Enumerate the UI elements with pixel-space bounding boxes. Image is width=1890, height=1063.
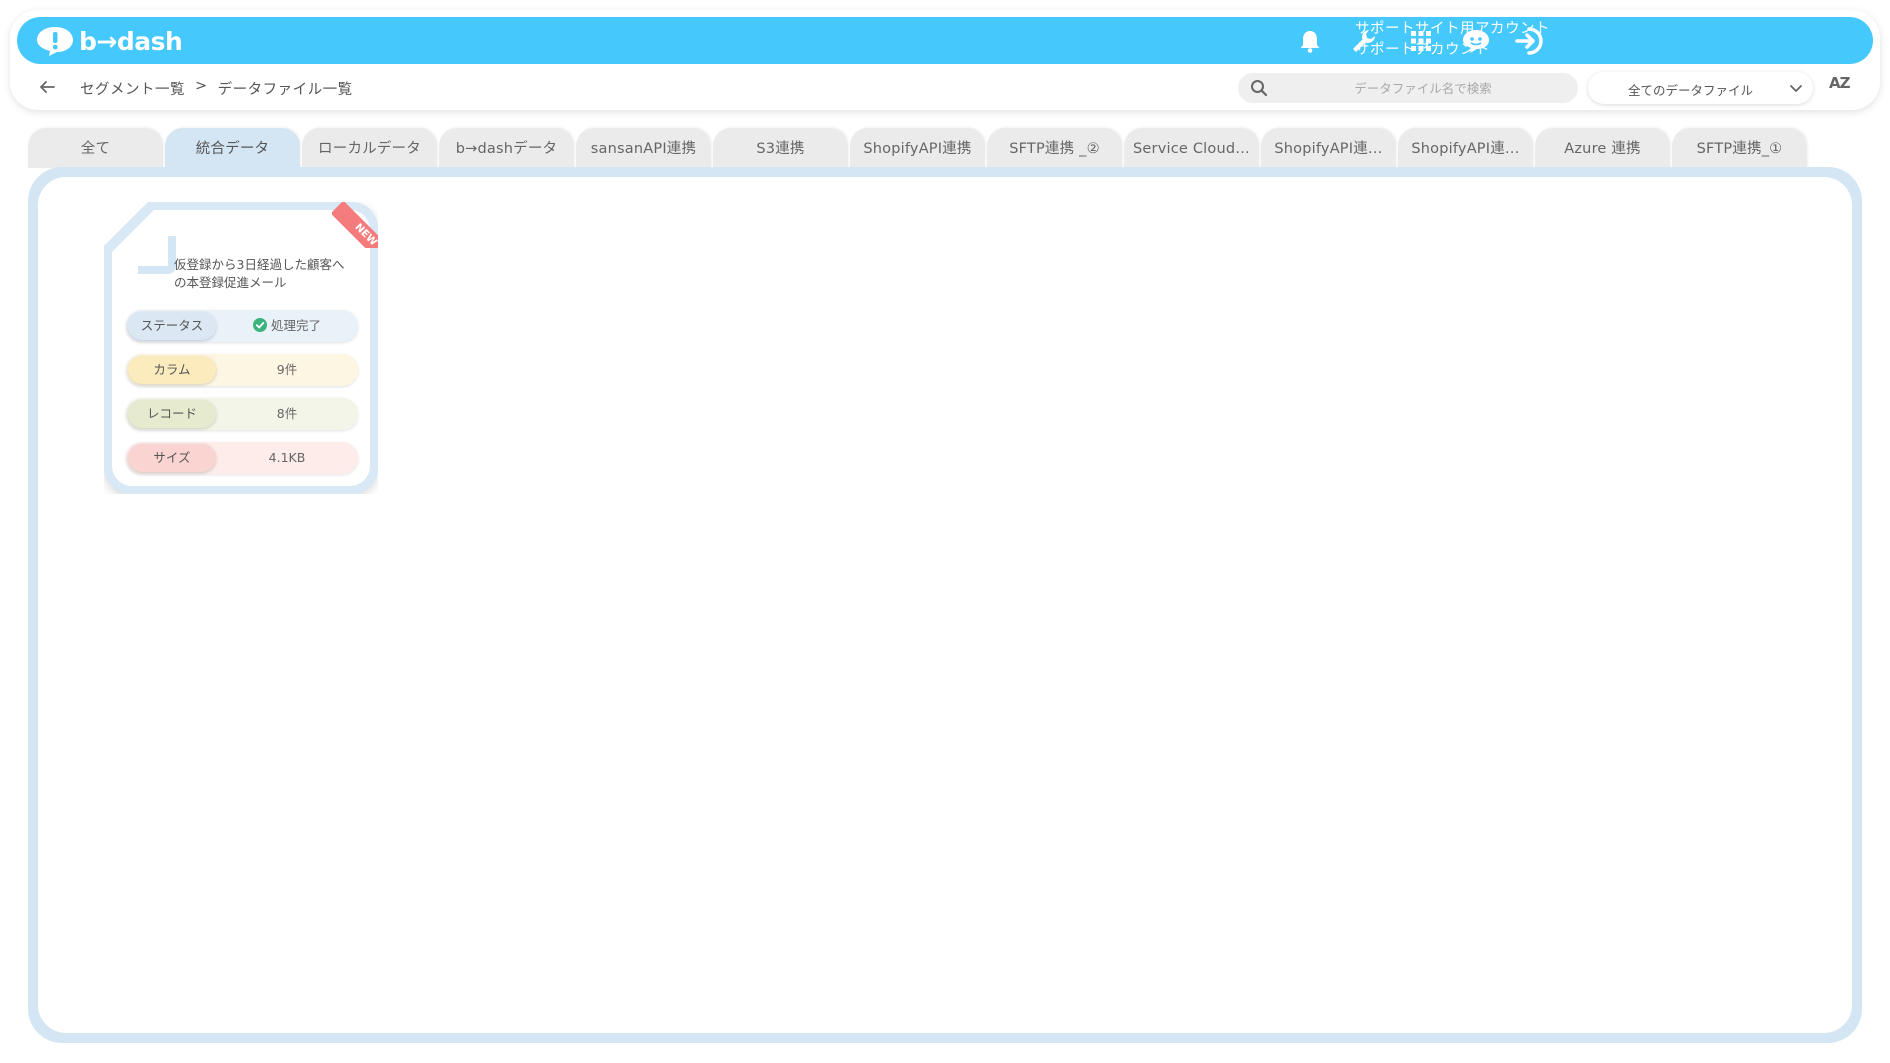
tab-sansan-api[interactable]: sansanAPI連携 <box>576 128 711 168</box>
search-input[interactable] <box>1278 73 1568 103</box>
size-label: サイズ <box>128 444 216 472</box>
record-label: レコード <box>128 400 216 428</box>
status-label: ステータス <box>128 312 216 340</box>
stat-row-size: サイズ 4.1KB <box>126 442 358 474</box>
support-chat-icon[interactable] <box>1460 25 1492 57</box>
tab-shopify-api-2[interactable]: ShopifyAPI連… <box>1261 128 1396 168</box>
search-box[interactable] <box>1238 73 1578 103</box>
stat-row-record: レコード 8件 <box>126 398 358 430</box>
tab-service-cloud[interactable]: Service Cloud… <box>1124 128 1259 168</box>
check-circle-icon <box>252 318 267 332</box>
sort-az-button[interactable]: AZ <box>1829 74 1855 100</box>
tab-sftp-2[interactable]: SFTP連携 _② <box>987 128 1122 168</box>
logo-bubble-icon <box>37 27 73 56</box>
back-arrow-icon[interactable] <box>36 76 58 98</box>
breadcrumb-separator: > <box>195 78 208 94</box>
tab-all[interactable]: 全て <box>28 128 163 168</box>
breadcrumb-current: データファイル一覧 <box>217 82 353 98</box>
tab-shopify-api[interactable]: ShopifyAPI連携 <box>850 128 985 168</box>
filter-selected-value: 全てのデータファイル <box>1628 83 1754 98</box>
column-label: カラム <box>128 356 216 384</box>
data-file-card[interactable]: 仮登録から3日経過した顧客への本登録促進メール ステータス 処理完了 カラム 9… <box>104 202 378 494</box>
tab-sftp-1[interactable]: SFTP連携_① <box>1672 128 1807 168</box>
bell-icon[interactable] <box>1294 25 1326 57</box>
tab-shopify-api-3[interactable]: ShopifyAPI連… <box>1398 128 1533 168</box>
size-value: 4.1KB <box>268 450 306 465</box>
file-fold-icon <box>138 236 176 274</box>
tab-local-data[interactable]: ローカルデータ <box>302 128 437 168</box>
new-badge: NEW <box>332 202 378 248</box>
wrench-icon[interactable] <box>1348 25 1380 57</box>
breadcrumb-segment-list[interactable]: セグメント一覧 <box>80 78 185 99</box>
breadcrumb: セグメント一覧 > データファイル一覧 <box>80 78 353 99</box>
tab-integrated-data[interactable]: 統合データ <box>165 128 300 168</box>
data-file-filter-select[interactable]: 全てのデータファイル <box>1588 72 1813 104</box>
status-value: 処理完了 <box>270 318 321 333</box>
logout-icon[interactable] <box>1515 25 1547 57</box>
tab-bdash-data[interactable]: b→dashデータ <box>439 128 574 168</box>
new-badge-label: NEW <box>332 202 378 248</box>
card-title: 仮登録から3日経過した顧客への本登録促進メール <box>174 257 345 290</box>
tab-s3[interactable]: S3連携 <box>713 128 848 168</box>
stat-row-status: ステータス 処理完了 <box>126 310 358 342</box>
search-icon <box>1251 80 1268 97</box>
stat-row-column: カラム 9件 <box>126 354 358 386</box>
apps-grid-icon[interactable] <box>1405 25 1437 57</box>
chevron-down-icon <box>1790 85 1802 93</box>
logo-text: b→dash <box>79 26 183 56</box>
record-value: 8件 <box>276 406 298 421</box>
card-body: 仮登録から3日経過した顧客への本登録促進メール ステータス 処理完了 カラム 9… <box>112 210 370 486</box>
sort-az-icon: AZ <box>1829 74 1850 92</box>
column-value: 9件 <box>276 362 298 377</box>
status-value-wrap: 処理完了 <box>216 310 358 342</box>
tab-azure[interactable]: Azure 連携 <box>1535 128 1670 168</box>
logo[interactable]: b→dash <box>35 23 183 59</box>
top-bar: b→dash サポートサイト用アカウント サポートアカウント <box>17 17 1873 64</box>
